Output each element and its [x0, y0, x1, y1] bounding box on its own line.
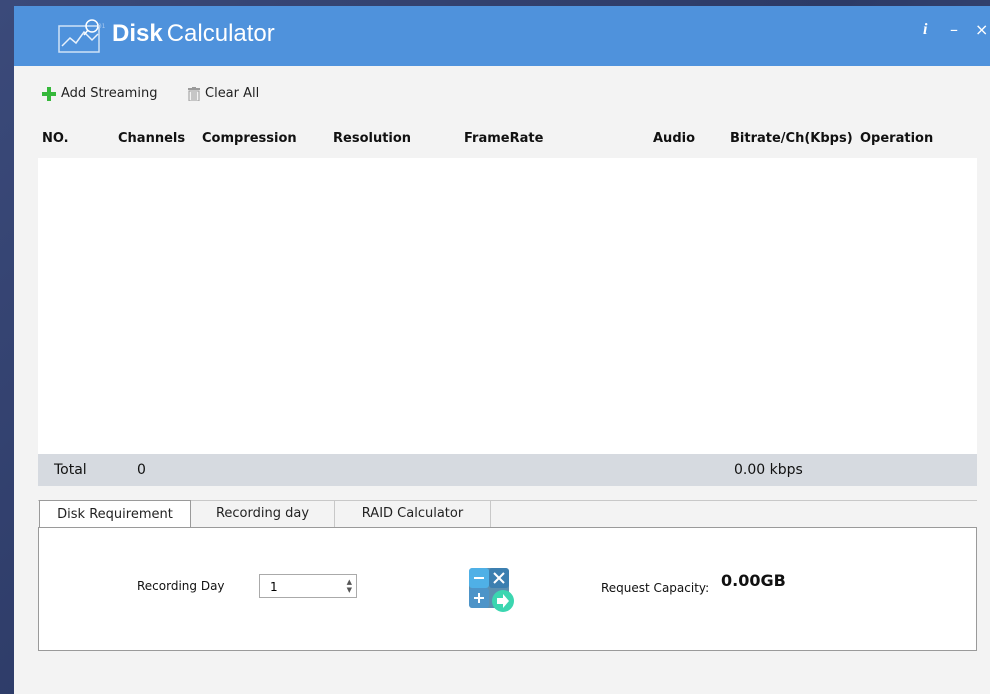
clear-all-label: Clear All [205, 86, 260, 101]
col-audio: Audio [653, 131, 696, 146]
streaming-table: NO. Channels Compression Resolution Fram… [38, 122, 977, 486]
tab-raid-calculator[interactable]: RAID Calculator [335, 500, 491, 527]
stepper-down-icon[interactable]: ▼ [347, 586, 352, 594]
app-title: Disk Calculator [112, 20, 275, 48]
stepper-arrows[interactable]: ▲ ▼ [347, 578, 352, 594]
app-title-bold: Disk [112, 20, 163, 47]
info-button[interactable]: i [923, 20, 927, 40]
total-row: Total 0 0.00 kbps [38, 454, 977, 486]
calculator-icon[interactable] [467, 566, 519, 612]
tab-disk-requirement[interactable]: Disk Requirement [39, 500, 191, 529]
col-operation: Operation [860, 131, 934, 146]
stepper-up-icon[interactable]: ▲ [347, 578, 352, 586]
chart-magnifier-logo-icon: 01 [58, 19, 106, 53]
clear-all-button[interactable]: Clear All [188, 86, 259, 101]
col-compression: Compression [202, 131, 297, 146]
add-streaming-label: Add Streaming [61, 86, 158, 101]
tab-recording-day[interactable]: Recording day [191, 500, 335, 527]
col-no: NO. [42, 131, 69, 146]
minimize-button[interactable]: – [950, 20, 958, 40]
add-streaming-button[interactable]: Add Streaming [42, 86, 157, 101]
table-header: NO. Channels Compression Resolution Fram… [38, 122, 977, 158]
disk-requirement-panel: Recording Day ▲ ▼ Request Capacity: 0.00… [38, 527, 977, 651]
total-count: 0 [137, 462, 146, 478]
col-resolution: Resolution [333, 131, 412, 146]
title-bar: 01 Disk Calculator i – × [14, 6, 990, 66]
table-body [38, 158, 977, 454]
col-bitrate: Bitrate/Ch(Kbps) [730, 131, 853, 146]
total-bitrate: 0.00 kbps [734, 462, 803, 478]
recording-day-stepper[interactable]: ▲ ▼ [259, 574, 357, 598]
trash-icon [188, 86, 200, 101]
col-framerate: FrameRate [464, 131, 544, 146]
recording-day-label: Recording Day [137, 579, 225, 593]
app-window: 01 Disk Calculator i – × Add Streaming Cl… [14, 6, 990, 694]
col-channels: Channels [118, 131, 186, 146]
plus-icon [42, 86, 56, 101]
app-title-light: Calculator [166, 20, 275, 47]
close-button[interactable]: × [975, 20, 988, 40]
recording-day-input[interactable] [268, 576, 342, 598]
total-label: Total [54, 462, 87, 478]
request-capacity-value: 0.00GB [721, 571, 786, 590]
request-capacity-label: Request Capacity: [601, 581, 710, 595]
svg-text:01: 01 [98, 23, 106, 30]
